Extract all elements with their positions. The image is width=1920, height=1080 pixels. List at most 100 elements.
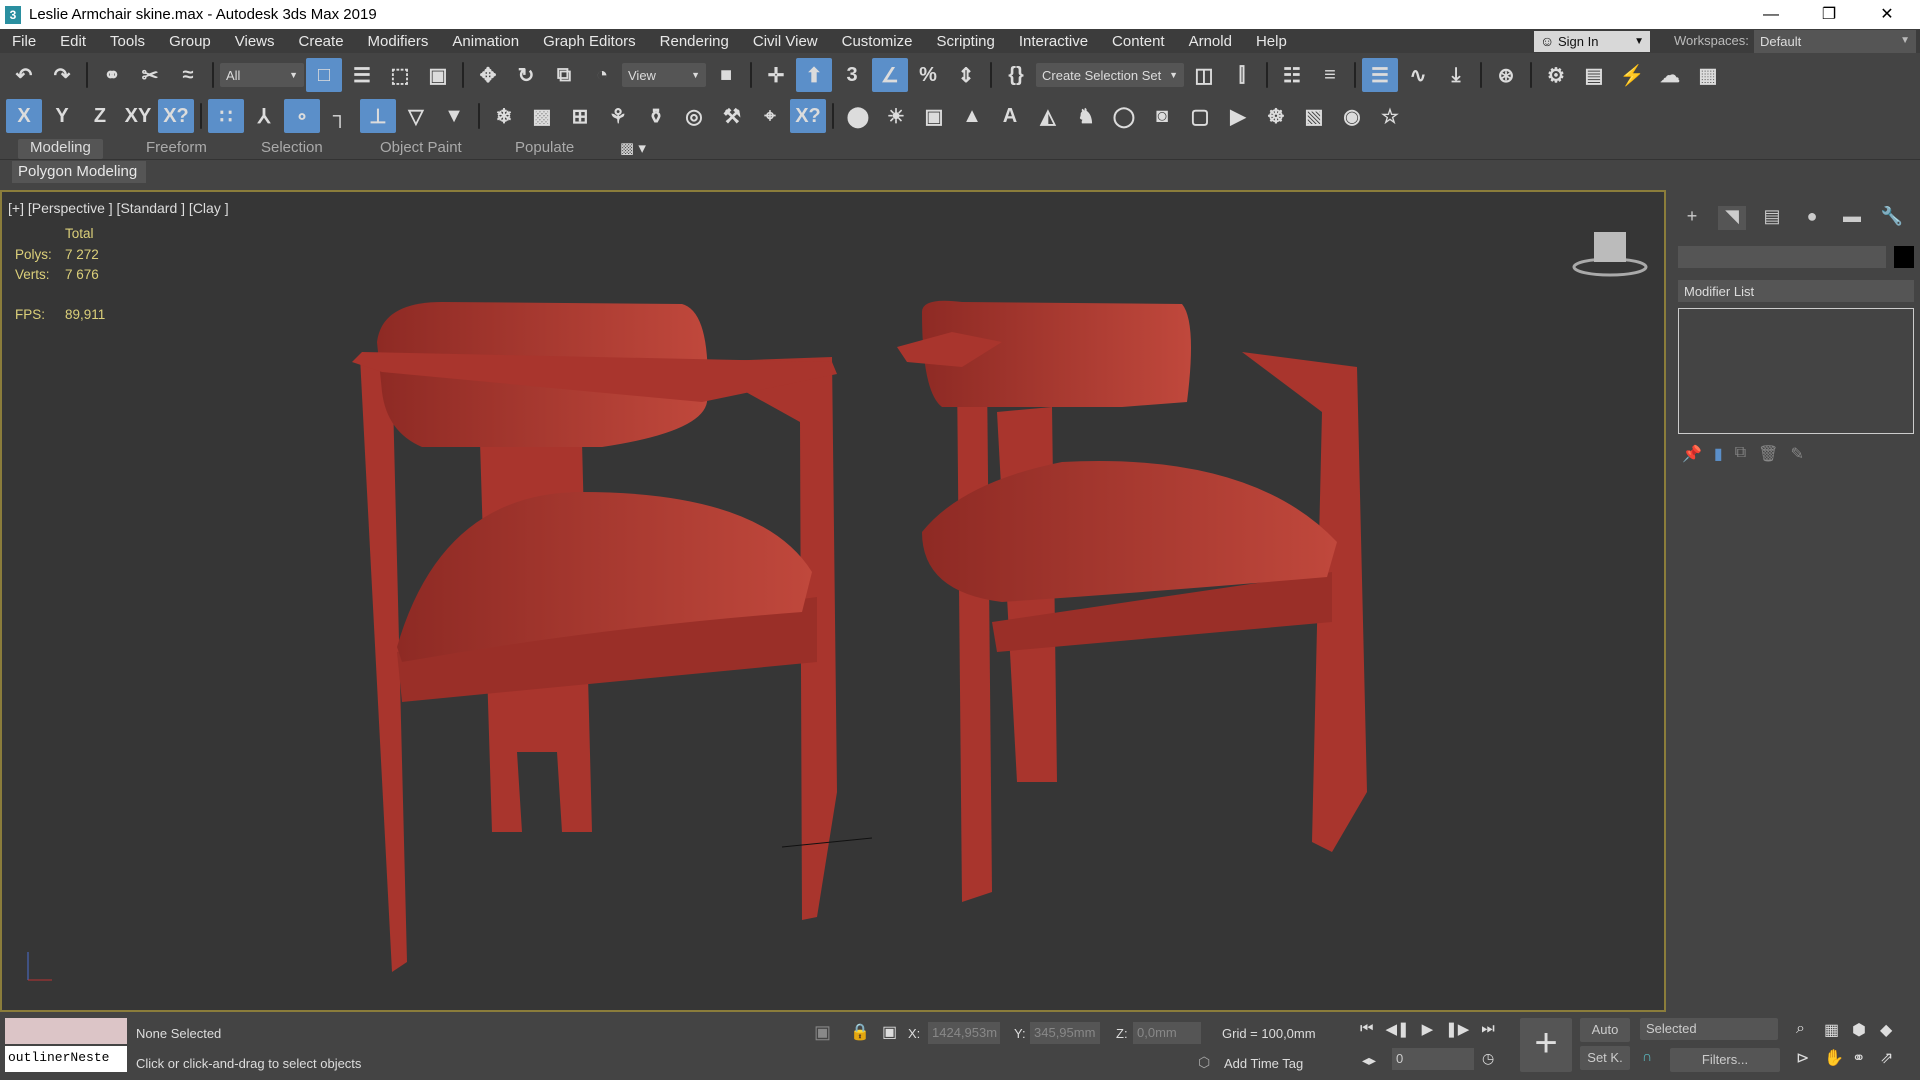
maximize-viewport-icon[interactable]: ⇗ xyxy=(1880,1048,1908,1068)
face-snap-icon[interactable]: ▼ xyxy=(436,99,472,133)
unlink-icon[interactable]: ✂ xyxy=(132,58,168,92)
utilities-tab-icon[interactable]: 🔧 xyxy=(1878,206,1906,230)
render-setup-icon[interactable]: ⚙ xyxy=(1538,58,1574,92)
light-bulb-icon[interactable]: ⬤ xyxy=(840,99,876,133)
video-icon[interactable]: ▶ xyxy=(1220,99,1256,133)
absolute-mode-icon[interactable]: ▣ xyxy=(882,1022,897,1042)
set-key-button[interactable]: Set K. xyxy=(1580,1046,1630,1070)
modify-tab-icon[interactable]: ◥ xyxy=(1718,206,1746,230)
sphere-icon[interactable]: ◎ xyxy=(676,99,712,133)
window-crossing-icon[interactable]: ▣ xyxy=(420,58,456,92)
endpoint-snap-icon[interactable]: ┐ xyxy=(322,99,358,133)
angle-snap-icon[interactable]: ∠ xyxy=(872,58,908,92)
bind-space-warp-icon[interactable]: ≈ xyxy=(170,58,206,92)
play-icon[interactable]: ▶ xyxy=(1422,1020,1434,1038)
pivot-snap-icon[interactable]: ⅄ xyxy=(246,99,282,133)
perpendicular-icon[interactable]: ⊞ xyxy=(562,99,598,133)
snap-toggle-xy-icon[interactable]: X? xyxy=(790,99,826,133)
percent-snap-icon[interactable]: % xyxy=(910,58,946,92)
tangent-icon[interactable]: ⚘ xyxy=(600,99,636,133)
tool-icon[interactable]: ⚒ xyxy=(714,99,750,133)
constraint-xy-icon[interactable]: XY xyxy=(120,99,156,133)
armchair-right[interactable] xyxy=(897,300,1367,902)
key-mode-toggle-icon[interactable]: ◂▸ xyxy=(1362,1052,1376,1069)
object-name-field[interactable] xyxy=(1678,246,1886,268)
sign-in-dropdown[interactable]: Sign In xyxy=(1534,31,1650,52)
render-production-icon[interactable]: ⚡ xyxy=(1614,58,1650,92)
menu-group[interactable]: Group xyxy=(157,33,223,50)
mirror-object-icon[interactable]: ◭ xyxy=(1030,99,1066,133)
manipulate-icon[interactable]: ✛ xyxy=(758,58,794,92)
tab-freeform[interactable]: Freeform xyxy=(134,139,219,159)
box-icon[interactable]: ▢ xyxy=(1182,99,1218,133)
previous-frame-icon[interactable]: ◀❚ xyxy=(1386,1020,1410,1038)
menu-modifiers[interactable]: Modifiers xyxy=(356,33,441,50)
script-input[interactable]: outlinerNeste xyxy=(5,1046,127,1072)
isolate-selection-icon[interactable]: ▣ xyxy=(814,1022,831,1043)
menu-interactive[interactable]: Interactive xyxy=(1007,33,1100,50)
configure-modifier-sets-icon[interactable]: ✎ xyxy=(1790,444,1803,464)
tab-modeling[interactable]: Modeling xyxy=(18,139,103,159)
text-icon[interactable]: A xyxy=(992,99,1028,133)
menu-file[interactable]: File xyxy=(0,33,48,50)
auto-key-button[interactable]: Auto xyxy=(1580,1018,1630,1042)
modifier-list-dropdown[interactable]: Modifier List xyxy=(1678,280,1914,302)
eye-icon[interactable]: ◉ xyxy=(1334,99,1370,133)
teapot-render-icon[interactable]: ◙ xyxy=(1144,99,1180,133)
menu-views[interactable]: Views xyxy=(223,33,287,50)
tab-object-paint[interactable]: Object Paint xyxy=(368,139,474,159)
display-tab-icon[interactable]: ▬ xyxy=(1838,206,1866,230)
create-tab-icon[interactable]: + xyxy=(1678,206,1706,230)
current-frame-field[interactable]: 0 xyxy=(1392,1048,1474,1070)
x-coordinate-field[interactable]: 1424,953m xyxy=(928,1022,1000,1044)
add-time-tag-button[interactable]: Add Time Tag xyxy=(1224,1056,1303,1071)
orbit-icon[interactable]: ⚭ xyxy=(1852,1048,1880,1068)
reference-coordinate-dropdown[interactable]: View ▼ xyxy=(622,63,706,87)
mirror-icon[interactable]: ◫ xyxy=(1186,58,1222,92)
schematic-view-icon[interactable]: ⤓ xyxy=(1438,58,1474,92)
selection-lock-icon[interactable]: 🔒 xyxy=(850,1022,870,1042)
menu-animation[interactable]: Animation xyxy=(440,33,531,50)
spinner-snap-icon[interactable]: ⇕ xyxy=(948,58,984,92)
maxscript-mini-listener[interactable] xyxy=(5,1018,127,1044)
pin-stack-icon[interactable]: 📌 xyxy=(1682,444,1702,464)
torus-icon[interactable]: ◯ xyxy=(1106,99,1142,133)
curve-editor-icon[interactable]: ∿ xyxy=(1400,58,1436,92)
close-button[interactable]: ✕ xyxy=(1858,0,1916,29)
render-gallery-icon[interactable]: ▦ xyxy=(1690,58,1726,92)
place-icon[interactable]: ◔ xyxy=(584,58,620,92)
selection-filter-dropdown[interactable]: All ▼ xyxy=(220,63,304,87)
pivot-center-icon[interactable]: ■ xyxy=(708,58,744,92)
menu-graph-editors[interactable]: Graph Editors xyxy=(531,33,648,50)
pan-icon[interactable]: ✋ xyxy=(1824,1048,1852,1068)
layer-explorer-icon[interactable]: ≡ xyxy=(1312,58,1348,92)
vase-icon[interactable]: ⚱ xyxy=(638,99,674,133)
snap-xy-icon[interactable]: X? xyxy=(158,99,194,133)
zoom-extents-icon[interactable]: ⬢ xyxy=(1852,1020,1880,1040)
go-to-end-icon[interactable]: ⏭ xyxy=(1481,1020,1495,1038)
edge-snap-icon[interactable]: ▽ xyxy=(398,99,434,133)
rendered-frame-window-icon[interactable]: ▤ xyxy=(1576,58,1612,92)
menu-arnold[interactable]: Arnold xyxy=(1177,33,1244,50)
snap-options-icon[interactable]: ⌖ xyxy=(752,99,788,133)
undo-icon[interactable]: ↶ xyxy=(6,58,42,92)
ribbon-panel-polygon-modeling[interactable]: Polygon Modeling xyxy=(12,161,146,183)
freeze-icon[interactable]: ❄ xyxy=(486,99,522,133)
set-key-icon[interactable]: + xyxy=(1520,1018,1572,1072)
workspace-dropdown[interactable]: Default xyxy=(1754,30,1916,53)
menu-content[interactable]: Content xyxy=(1100,33,1177,50)
armchair-left[interactable] xyxy=(352,302,837,972)
select-by-name-icon[interactable]: ☰ xyxy=(344,58,380,92)
menu-customize[interactable]: Customize xyxy=(830,33,925,50)
edit-named-selection-icon[interactable]: {} xyxy=(998,58,1034,92)
scene-explorer-icon[interactable]: ☷ xyxy=(1274,58,1310,92)
make-unique-icon[interactable]: ⧉ xyxy=(1735,444,1746,464)
vertex-snap-icon[interactable]: ∘ xyxy=(284,99,320,133)
menu-help[interactable]: Help xyxy=(1244,33,1299,50)
named-selection-dropdown[interactable]: Create Selection Set ▼ xyxy=(1036,63,1184,87)
time-configuration-icon[interactable]: ◷ xyxy=(1482,1050,1494,1067)
next-frame-icon[interactable]: ❚▶ xyxy=(1445,1020,1469,1038)
remove-modifier-icon[interactable]: 🗑 xyxy=(1758,444,1778,464)
show-end-result-icon[interactable]: ▮ xyxy=(1714,444,1723,464)
zoom-extents-all-icon[interactable]: ◆ xyxy=(1880,1020,1908,1040)
